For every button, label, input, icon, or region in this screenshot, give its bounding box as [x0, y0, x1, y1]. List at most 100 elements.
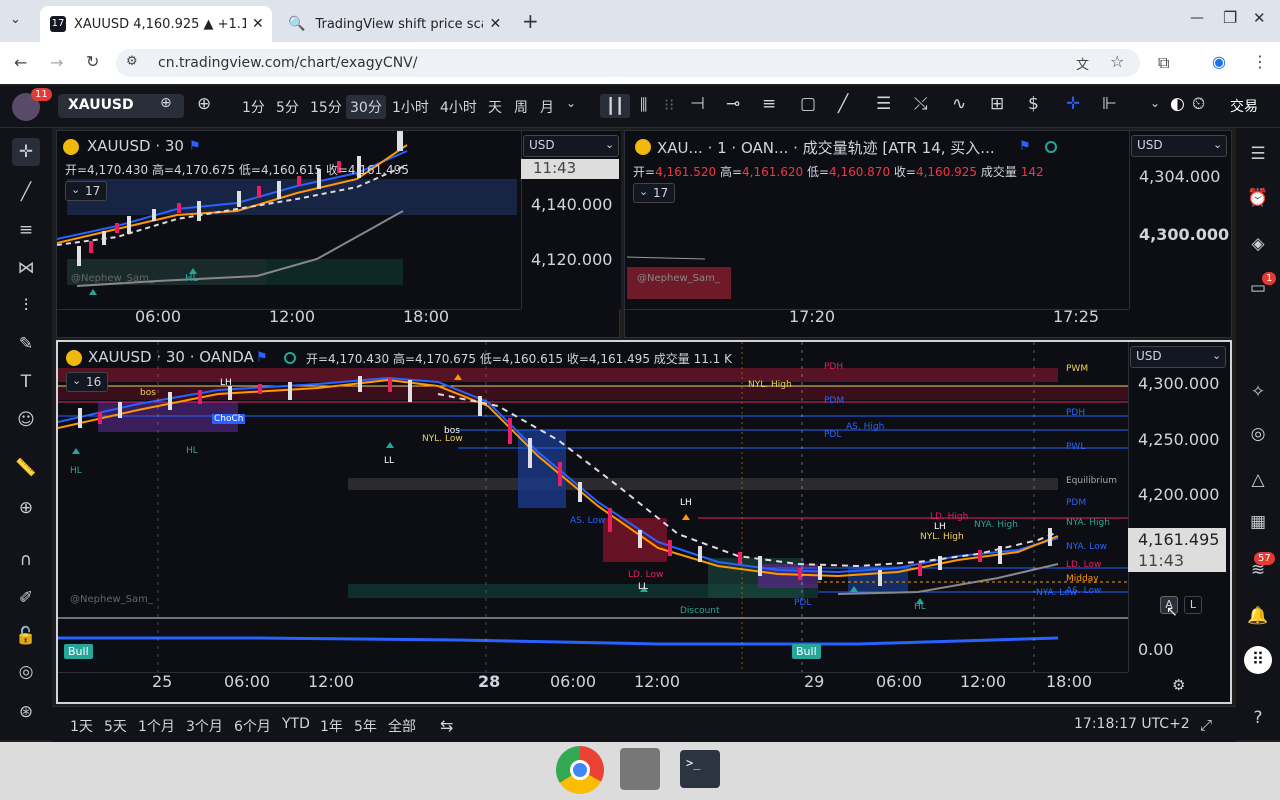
- layers-icon[interactable]: ◈: [1244, 230, 1272, 258]
- crosshair-tool-icon[interactable]: ✛: [1066, 94, 1080, 114]
- hotlist-icon[interactable]: △: [1244, 466, 1272, 494]
- close-window-icon[interactable]: ✕: [1253, 9, 1266, 27]
- interval-15m[interactable]: 15分: [310, 97, 342, 117]
- ideas-icon[interactable]: ✧: [1244, 378, 1272, 406]
- reload-icon[interactable]: ↻: [86, 52, 99, 71]
- top-left-title[interactable]: XAUUSD · 30: [87, 137, 184, 155]
- translate-icon[interactable]: 文: [1076, 54, 1089, 73]
- draw-tool-6-icon[interactable]: ☰: [876, 94, 891, 114]
- range-ytd[interactable]: YTD: [282, 716, 310, 732]
- forecast-icon[interactable]: ⫶: [12, 292, 40, 320]
- watchlist-icon[interactable]: ☰: [1244, 140, 1272, 168]
- draw-tool-2-icon[interactable]: ⊸: [726, 94, 740, 114]
- minimize-icon[interactable]: —: [1190, 10, 1204, 26]
- draw-tool-12-icon[interactable]: ⊩: [1102, 94, 1117, 114]
- price-axis[interactable]: [1129, 131, 1233, 309]
- brush-icon[interactable]: ✎: [12, 330, 40, 358]
- range-1d[interactable]: 1天: [70, 716, 93, 736]
- clock[interactable]: 17:18:17 UTC+2: [1074, 716, 1190, 732]
- more-tools-chevron-icon[interactable]: ⌄: [1150, 96, 1160, 110]
- draw-tool-1-icon[interactable]: ⊣: [690, 94, 705, 114]
- pattern-icon[interactable]: ⋈: [12, 254, 40, 282]
- settings-gear-icon[interactable]: ⚙: [1172, 676, 1185, 694]
- log-scale-button[interactable]: L: [1184, 596, 1202, 614]
- main-chart-canvas[interactable]: [58, 342, 1128, 672]
- lock-draw-icon[interactable]: ✐: [12, 584, 40, 612]
- interval-week[interactable]: 周: [514, 97, 528, 117]
- trade-button[interactable]: 交易: [1226, 96, 1262, 116]
- toolbox-app-icon[interactable]: [620, 748, 660, 790]
- flag-icon[interactable]: ⚑: [256, 350, 268, 365]
- candle-style-icon[interactable]: ┃┃: [600, 94, 630, 118]
- menu-kebab-icon[interactable]: ⋮: [1252, 52, 1268, 71]
- chart-pane-top-left[interactable]: XAUUSD · 30 ⚑ 开=4,170.430 高=4,170.675 低=…: [56, 130, 621, 338]
- draw-tool-3-icon[interactable]: ≡: [762, 94, 776, 114]
- draw-tool-10-icon[interactable]: $: [1028, 94, 1039, 114]
- tab-close-icon[interactable]: ✕: [252, 16, 264, 32]
- alert-icon[interactable]: ⏲: [1192, 94, 1205, 114]
- target-icon[interactable]: ◎: [1244, 420, 1272, 448]
- flag-icon[interactable]: ⚑: [189, 139, 201, 154]
- forward-icon[interactable]: →: [50, 53, 63, 72]
- range-6m[interactable]: 6个月: [234, 716, 271, 736]
- range-1y[interactable]: 1年: [320, 716, 343, 736]
- tab-list-chevron-icon[interactable]: ⌄: [10, 12, 21, 27]
- chart-pane-top-right[interactable]: XAU... · 1 · OAN... · 成交量轨迹 [ATR 14, 买入.…: [624, 130, 1232, 338]
- draw-tool-5-icon[interactable]: ╱: [838, 94, 848, 114]
- profile-icon[interactable]: ◉: [1212, 52, 1226, 71]
- eye-icon[interactable]: ◎: [12, 658, 40, 686]
- bookmark-star-icon[interactable]: ☆: [1110, 52, 1124, 71]
- chart-pane-main[interactable]: XAUUSD · 30 · OANDA ⚑ 开=4,170.430 高=4,17…: [56, 340, 1232, 704]
- maximize-icon[interactable]: ❐: [1223, 8, 1237, 27]
- back-icon[interactable]: ←: [14, 53, 27, 72]
- alerts-clock-icon[interactable]: ⏰: [1244, 184, 1272, 212]
- range-all[interactable]: 全部: [388, 716, 416, 736]
- draw-tool-4-icon[interactable]: ▢: [800, 94, 816, 114]
- interval-5m[interactable]: 5分: [276, 97, 299, 117]
- globe-icon[interactable]: ⊛: [12, 698, 40, 726]
- date-range-icon[interactable]: ⇆: [440, 716, 453, 735]
- magnet-icon[interactable]: ∩: [12, 546, 40, 574]
- interval-day[interactable]: 天: [488, 97, 502, 117]
- draw-tool-9-icon[interactable]: ⊞: [990, 94, 1004, 114]
- url-box[interactable]: ⚙ cn.tradingview.com/chart/exagyCNV/ 文 ☆: [116, 49, 1140, 77]
- help-icon[interactable]: ?: [1244, 704, 1272, 732]
- range-5d[interactable]: 5天: [104, 716, 127, 736]
- bell-icon[interactable]: 🔔: [1244, 602, 1272, 630]
- extensions-icon[interactable]: ⧉: [1158, 53, 1169, 73]
- grid-apps-icon[interactable]: ⠿: [1244, 646, 1272, 674]
- terminal-icon[interactable]: >_: [680, 750, 720, 788]
- fullscreen-icon[interactable]: ⤢: [1200, 716, 1212, 734]
- text-icon[interactable]: T: [12, 368, 40, 396]
- crosshair-icon[interactable]: ✛: [12, 138, 40, 166]
- interval-30m[interactable]: 30分: [346, 95, 386, 119]
- zoom-icon[interactable]: ⊕: [12, 494, 40, 522]
- tab-xauusd[interactable]: 17 XAUUSD 4,160.925 ▲ +1.12% ✕: [40, 6, 272, 42]
- add-symbol-icon[interactable]: ⊕: [197, 94, 211, 114]
- draw-tool-8-icon[interactable]: ∿: [952, 94, 966, 114]
- ruler-icon[interactable]: 📏: [12, 454, 40, 482]
- lock-icon[interactable]: 🔓: [12, 622, 40, 650]
- interval-1m[interactable]: 1分: [242, 97, 265, 117]
- new-tab-plus-icon[interactable]: +: [522, 9, 539, 33]
- range-1m[interactable]: 1个月: [138, 716, 175, 736]
- interval-dropdown-chevron-icon[interactable]: ⌄: [566, 96, 576, 110]
- interval-1h[interactable]: 1小时: [392, 97, 429, 117]
- indicators-icon[interactable]: ⫼: [640, 95, 647, 115]
- price-axis[interactable]: [521, 131, 621, 309]
- flag-icon[interactable]: ⚑: [1019, 139, 1031, 154]
- drag-handle-icon[interactable]: ⁝⁝: [664, 95, 674, 114]
- fib-icon[interactable]: ≡: [12, 216, 40, 244]
- range-3m[interactable]: 3个月: [186, 716, 223, 736]
- interval-month[interactable]: 月: [540, 97, 554, 117]
- tab-close-icon[interactable]: ✕: [489, 16, 501, 32]
- main-title[interactable]: XAUUSD · 30 · OANDA: [88, 348, 254, 366]
- top-right-title[interactable]: XAU... · 1 · OAN... · 成交量轨迹 [ATR 14, 买入.…: [657, 137, 1027, 158]
- chrome-icon[interactable]: [556, 746, 604, 794]
- compare-icon[interactable]: ⊕: [160, 95, 172, 111]
- draw-tool-7-icon[interactable]: ⤯: [914, 94, 928, 114]
- emoji-icon[interactable]: ☺: [12, 406, 40, 434]
- theme-toggle-icon[interactable]: ◐: [1170, 94, 1185, 114]
- interval-4h[interactable]: 4小时: [440, 97, 477, 117]
- range-5y[interactable]: 5年: [354, 716, 377, 736]
